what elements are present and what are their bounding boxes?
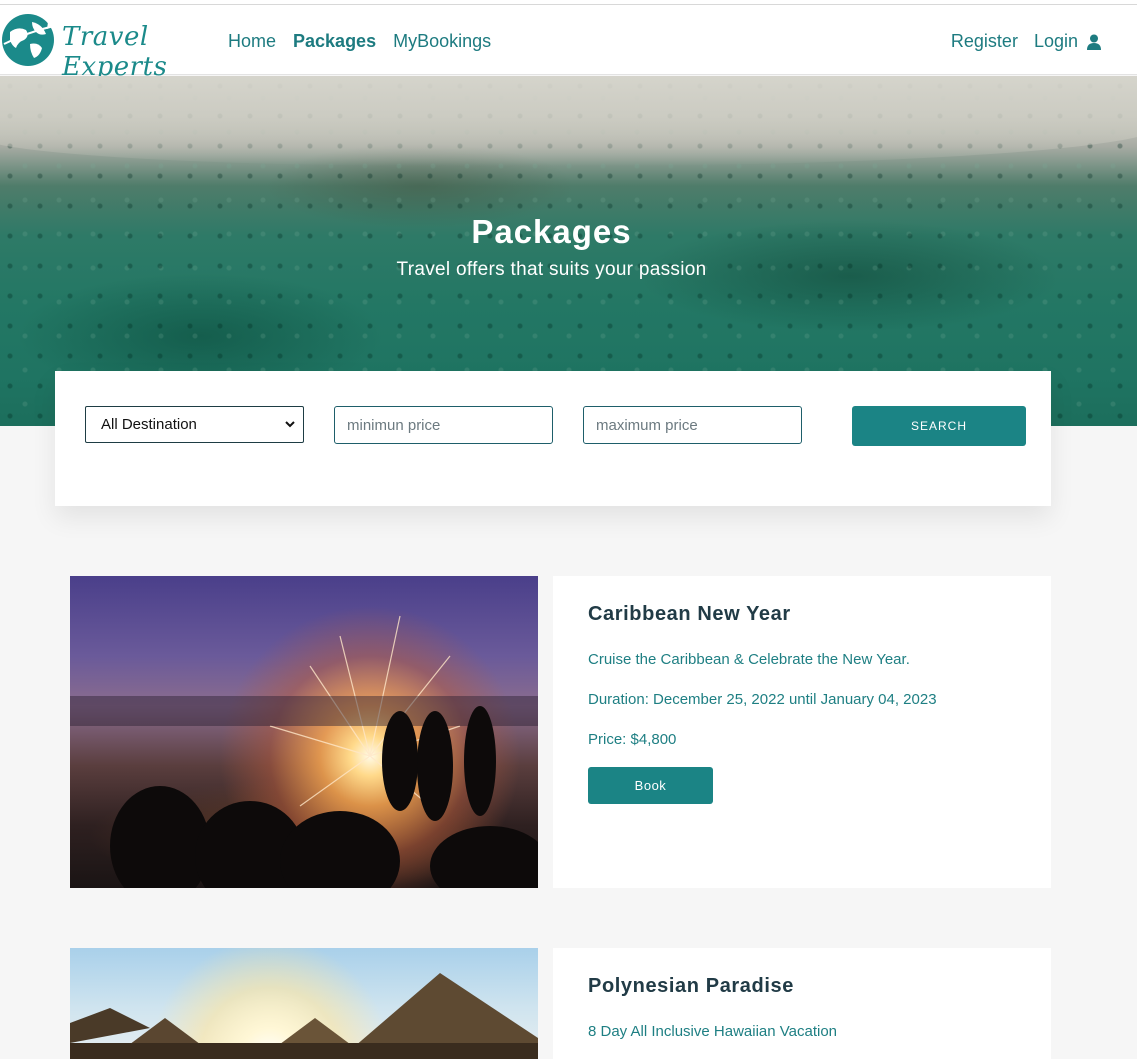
min-price-input[interactable] — [334, 406, 553, 444]
package-description: 8 Day All Inclusive Hawaiian Vacation — [588, 1023, 838, 1040]
fireworks-graphic — [70, 615, 538, 888]
search-panel: All Destination SEARCH — [55, 371, 1051, 506]
max-price-input[interactable] — [583, 406, 802, 444]
main-nav: Home Packages MyBookings — [228, 31, 491, 52]
package-title: Polynesian Paradise — [588, 975, 794, 997]
page-subtitle: Travel offers that suits your passion — [396, 259, 707, 280]
package-title: Caribbean New Year — [588, 603, 791, 625]
brand-logo[interactable]: Travel Experts — [0, 12, 210, 82]
nav-home-link[interactable]: Home — [228, 31, 276, 52]
register-link[interactable]: Register — [951, 31, 1018, 52]
package-image-polynesian — [70, 948, 538, 1059]
chevron-down-icon — [285, 421, 295, 428]
package-card-caribbean: Caribbean New Year Cruise the Caribbean … — [553, 576, 1051, 888]
navbar: Travel Experts Home Packages MyBookings … — [0, 5, 1137, 82]
book-button[interactable]: Book — [588, 767, 713, 804]
globe-icon — [2, 14, 55, 66]
search-button[interactable]: SEARCH — [852, 406, 1026, 446]
login-link[interactable]: Login — [1034, 31, 1101, 52]
package-image-caribbean — [70, 576, 538, 888]
hero-shoreline — [0, 76, 1137, 166]
nav-packages-link[interactable]: Packages — [293, 31, 376, 52]
destination-select-value: All Destination — [101, 416, 197, 433]
brand-name: Travel Experts — [62, 22, 168, 82]
user-icon — [1087, 34, 1101, 51]
package-description: Cruise the Caribbean & Celebrate the New… — [588, 651, 910, 668]
account-nav: Register Login — [951, 31, 1101, 52]
package-duration: Duration: December 25, 2022 until Januar… — [588, 691, 937, 708]
package-card-polynesian: Polynesian Paradise 8 Day All Inclusive … — [553, 948, 1051, 1059]
nav-mybookings-link[interactable]: MyBookings — [393, 31, 491, 52]
destination-select[interactable]: All Destination — [85, 406, 304, 443]
huts-graphic — [70, 973, 538, 1059]
page-title: Packages — [471, 213, 632, 250]
package-price: Price: $4,800 — [588, 731, 677, 748]
login-label: Login — [1033, 31, 1078, 51]
